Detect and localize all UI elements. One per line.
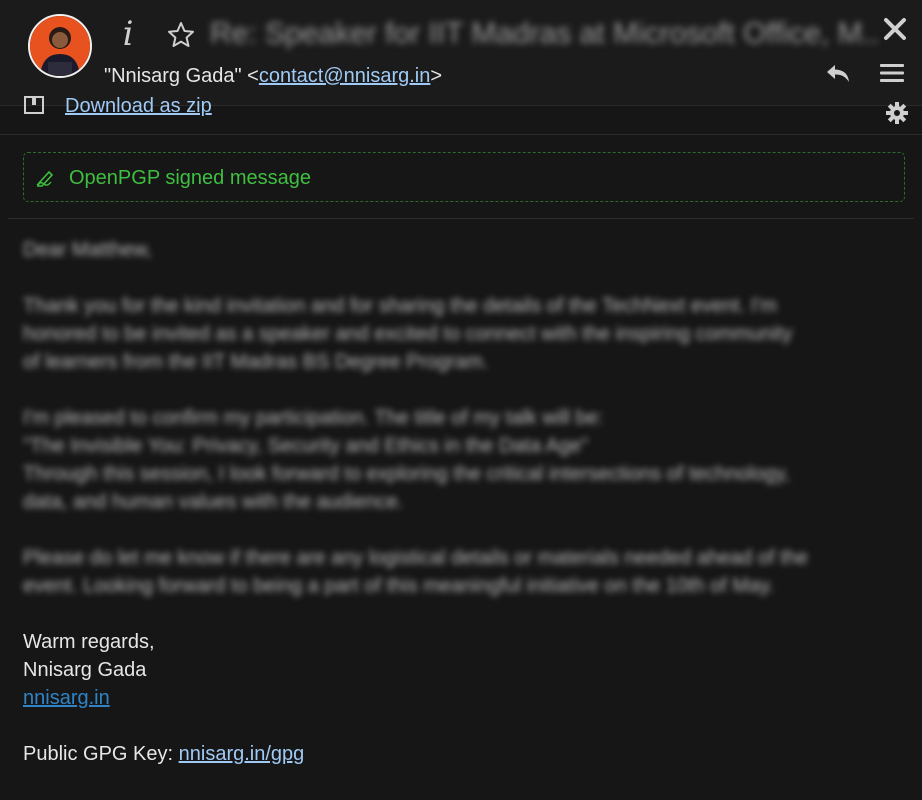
close-icon[interactable] [882,16,908,42]
paragraph-2-line: data, and human values with the audience… [23,491,404,513]
avatar-image [30,16,90,76]
greeting: Dear Matthew, [23,239,152,261]
message-subject: Re: Speaker for IIT Madras at Microsoft … [210,17,880,50]
signature-site-link[interactable]: nnisarg.in [23,687,110,709]
closing: Warm regards, [23,631,155,653]
paragraph-2-line: "The Invisible You: Privacy, Security an… [23,435,589,457]
divider [8,218,914,219]
signature-name: Nnisarg Gada [23,659,147,681]
sender-bracket-open: < [247,65,259,87]
pgp-status-box: OpenPGP signed message [23,152,905,202]
gpg-key-link[interactable]: nnisarg.in/gpg [179,743,305,765]
paragraph-1-line: Thank you for the kind invitation and fo… [23,295,777,317]
gpg-label: Public GPG Key: [23,743,174,765]
paragraph-1-line: honored to be invited as a speaker and e… [23,323,793,345]
attachment-bar: Download as zip [0,92,922,135]
avatar[interactable] [28,14,92,78]
paragraph-1-line: of learners from the IIT Madras BS Degre… [23,351,489,373]
pen-signature-icon [36,170,54,187]
sender-name: "Nnisarg Gada" [104,65,242,87]
zip-icon [24,96,44,114]
paragraph-2-line: I'm pleased to confirm my participation.… [23,407,604,429]
reply-icon[interactable] [824,62,852,84]
paragraph-3: Please do let me know if there are any l… [23,544,903,600]
sender-bracket-close: > [430,65,443,87]
download-as-zip-link[interactable]: Download as zip [65,92,212,120]
gpg-key: Public GPG Key: nnisarg.in/gpg [23,740,903,768]
info-icon[interactable]: i [116,14,140,54]
message-body: Dear Matthew, Thank you for the kind inv… [23,236,903,796]
paragraph-2-line: Through this session, I look forward to … [23,463,790,485]
signature: Warm regards, Nnisarg Gada nnisarg.in [23,628,903,712]
sender-email-link[interactable]: contact@nnisarg.in [259,65,431,87]
star-icon[interactable] [166,20,196,50]
paragraph-2: I'm pleased to confirm my participation.… [23,404,903,516]
menu-icon[interactable] [879,62,905,84]
message-header: i Re: Speaker for IIT Madras at Microsof… [0,0,922,106]
gear-icon[interactable] [886,102,908,124]
paragraph-3-line: Please do let me know if there are any l… [23,547,808,569]
paragraph-1: Thank you for the kind invitation and fo… [23,292,903,376]
sender: "Nnisarg Gada" <contact@nnisarg.in> [104,62,442,90]
pgp-status-label: OpenPGP signed message [69,167,312,189]
paragraph-3-line: event. Looking forward to being a part o… [23,575,775,597]
